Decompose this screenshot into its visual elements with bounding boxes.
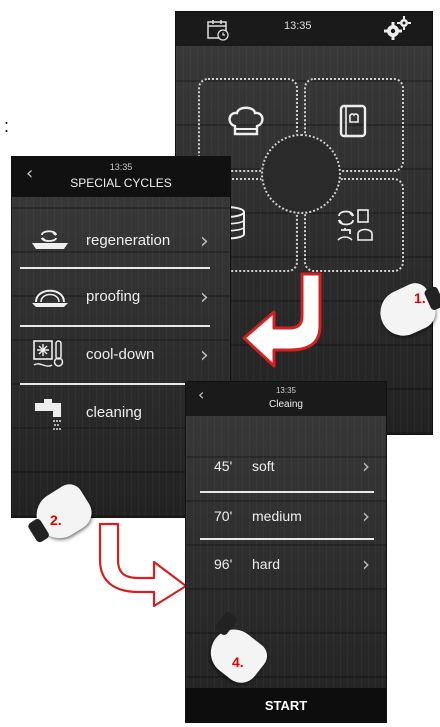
chevron-right-icon: › [362, 552, 370, 576]
proofing-icon [30, 283, 70, 316]
recipe-book-icon [338, 104, 370, 145]
chevron-right-icon: › [200, 229, 209, 254]
step-label-1: 1. [414, 290, 426, 306]
cycle-row-proofing[interactable]: proofing › [12, 275, 230, 321]
cleaning-screen: ‹ 13:35 Cleaing 45' soft › 70' medium › … [186, 382, 386, 722]
cleaning-option-hard[interactable]: 96' hard › [186, 550, 386, 580]
cleaning-header: ‹ 13:35 Cleaing [186, 382, 386, 416]
cycle-label: cool-down [86, 346, 155, 363]
divider [20, 383, 210, 385]
chevron-right-icon: › [362, 454, 370, 478]
center-circle[interactable] [261, 134, 341, 214]
flow-arrow-down-right-icon [98, 522, 188, 608]
special-cycles-time: 13:35 [109, 162, 133, 172]
cool-down-icon [32, 339, 68, 376]
option-label: soft [252, 458, 275, 474]
start-button[interactable]: START [186, 688, 386, 722]
chevron-right-icon: › [200, 343, 209, 368]
regeneration-icon [30, 227, 70, 260]
special-cycles-icon [336, 208, 376, 249]
cycle-row-cool-down[interactable]: cool-down › [12, 333, 230, 379]
cleaning-time: 13:35 [275, 386, 297, 395]
divider [200, 538, 374, 540]
special-cycles-title: SPECIAL CYCLES [70, 176, 172, 190]
cycle-row-regeneration[interactable]: regeneration › [12, 219, 230, 265]
chef-hat-icon [226, 104, 266, 145]
calendar-clock-icon[interactable] [206, 18, 230, 47]
hand-pointer-1 [372, 278, 440, 344]
divider [20, 325, 210, 327]
step-label-2: 2. [50, 512, 62, 528]
cleaning-title: Cleaing [269, 399, 303, 410]
cycle-label: proofing [86, 288, 141, 305]
cleaning-tap-icon [32, 395, 68, 436]
option-duration: 70' [214, 508, 233, 524]
cycle-label: cleaning [86, 404, 142, 421]
option-duration: 96' [214, 556, 233, 572]
divider [20, 267, 210, 269]
cleaning-option-soft[interactable]: 45' soft › [186, 452, 386, 482]
option-label: hard [252, 556, 281, 572]
special-cycles-header: ‹ 13:35 SPECIAL CYCLES [12, 157, 230, 197]
chevron-right-icon: › [200, 285, 209, 310]
cleaning-option-medium[interactable]: 70' medium › [186, 502, 386, 532]
divider [200, 491, 374, 493]
stray-colon: : [4, 116, 10, 136]
option-label: medium [252, 508, 302, 524]
cycle-label: regeneration [86, 232, 171, 249]
gears-icon[interactable] [382, 14, 412, 49]
flow-arrow-down-left-icon [242, 272, 322, 368]
main-header: 13:35 [176, 12, 432, 46]
main-time: 13:35 [284, 20, 312, 32]
chevron-right-icon: › [362, 504, 370, 528]
start-label: START [264, 698, 308, 713]
step-label-4: 4. [232, 654, 244, 670]
option-duration: 45' [214, 458, 233, 474]
